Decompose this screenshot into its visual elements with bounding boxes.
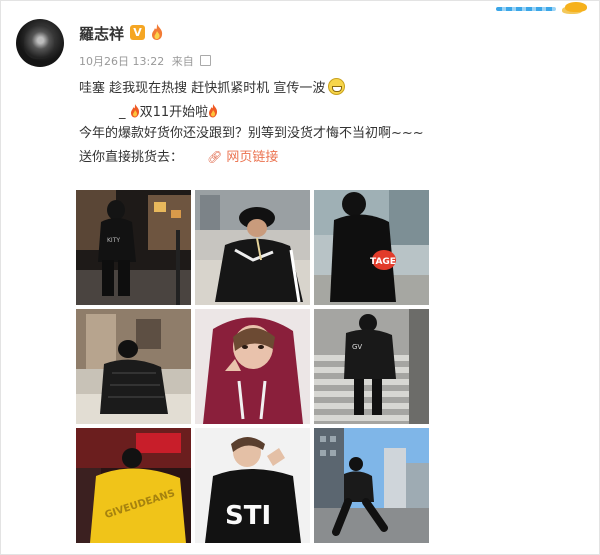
post-meta: 10月26日 13:22 来自 [79,53,212,69]
fire-emoji-icon [209,104,218,118]
photo-city-street[interactable] [314,428,429,543]
photo-white-bg-sweater[interactable]: STI [195,428,310,543]
svg-text:STI: STI [225,501,271,531]
edit-icon [200,55,212,66]
svg-text:KITY: KITY [107,237,120,244]
web-link-label[interactable]: 网页链接 [226,150,278,165]
photo-stage-sweater[interactable]: TAGE [314,190,429,305]
svg-text:GV: GV [352,343,362,351]
post-text-4: 送你直接挑货去： [79,150,184,165]
underscore-text: _ [119,105,126,120]
post-time[interactable]: 13:22 [133,55,165,68]
weibo-post-card: 羅志祥 V 10月26日 13:22 来自 哇塞 趁我现在热搜 赶快抓紧时机 宣… [0,0,600,555]
verified-icon: V [130,25,145,40]
web-link[interactable]: 🔗︎ 网页链接 [207,150,278,165]
post-line-3: 今年的爆款好货你还没跟到？别等到没货才悔不当初啊~~~ [79,126,424,141]
photo-bucket-hat-crouch[interactable] [195,190,310,305]
photo-yellow-hoodie[interactable]: GIVEUDEANS [76,428,191,543]
link-icon: 🔗︎ [207,150,223,164]
author-name[interactable]: 羅志祥 [79,23,124,44]
photo-puffer-jacket[interactable] [76,309,191,424]
fire-badge-icon [152,24,163,40]
decoration-banner [496,1,591,15]
post-line-1: 哇塞 趁我现在热搜 赶快抓紧时机 宣传一波 [79,77,346,96]
photo-street-night[interactable]: KITY [76,190,191,305]
fire-emoji-icon [130,104,139,118]
photo-stairs[interactable]: GV [314,309,429,424]
grin-emoji-icon [328,78,346,95]
post-text-2: 双11开始啦 [139,105,209,120]
photo-red-hoodie[interactable] [195,309,310,424]
cloud-decoration [565,2,587,12]
post-line-2: _ 双11开始啦 [119,101,218,120]
post-line-4: 送你直接挑货去： 🔗︎ 网页链接 [79,146,278,165]
post-source: 来自 [171,55,194,68]
avatar[interactable] [16,19,64,67]
stage-stamp-text: TAGE [370,257,396,267]
post-date[interactable]: 10月26日 [79,55,129,68]
post-text-1: 哇塞 趁我现在热搜 赶快抓紧时机 宣传一波 [79,81,326,96]
wave-decoration [496,7,556,11]
